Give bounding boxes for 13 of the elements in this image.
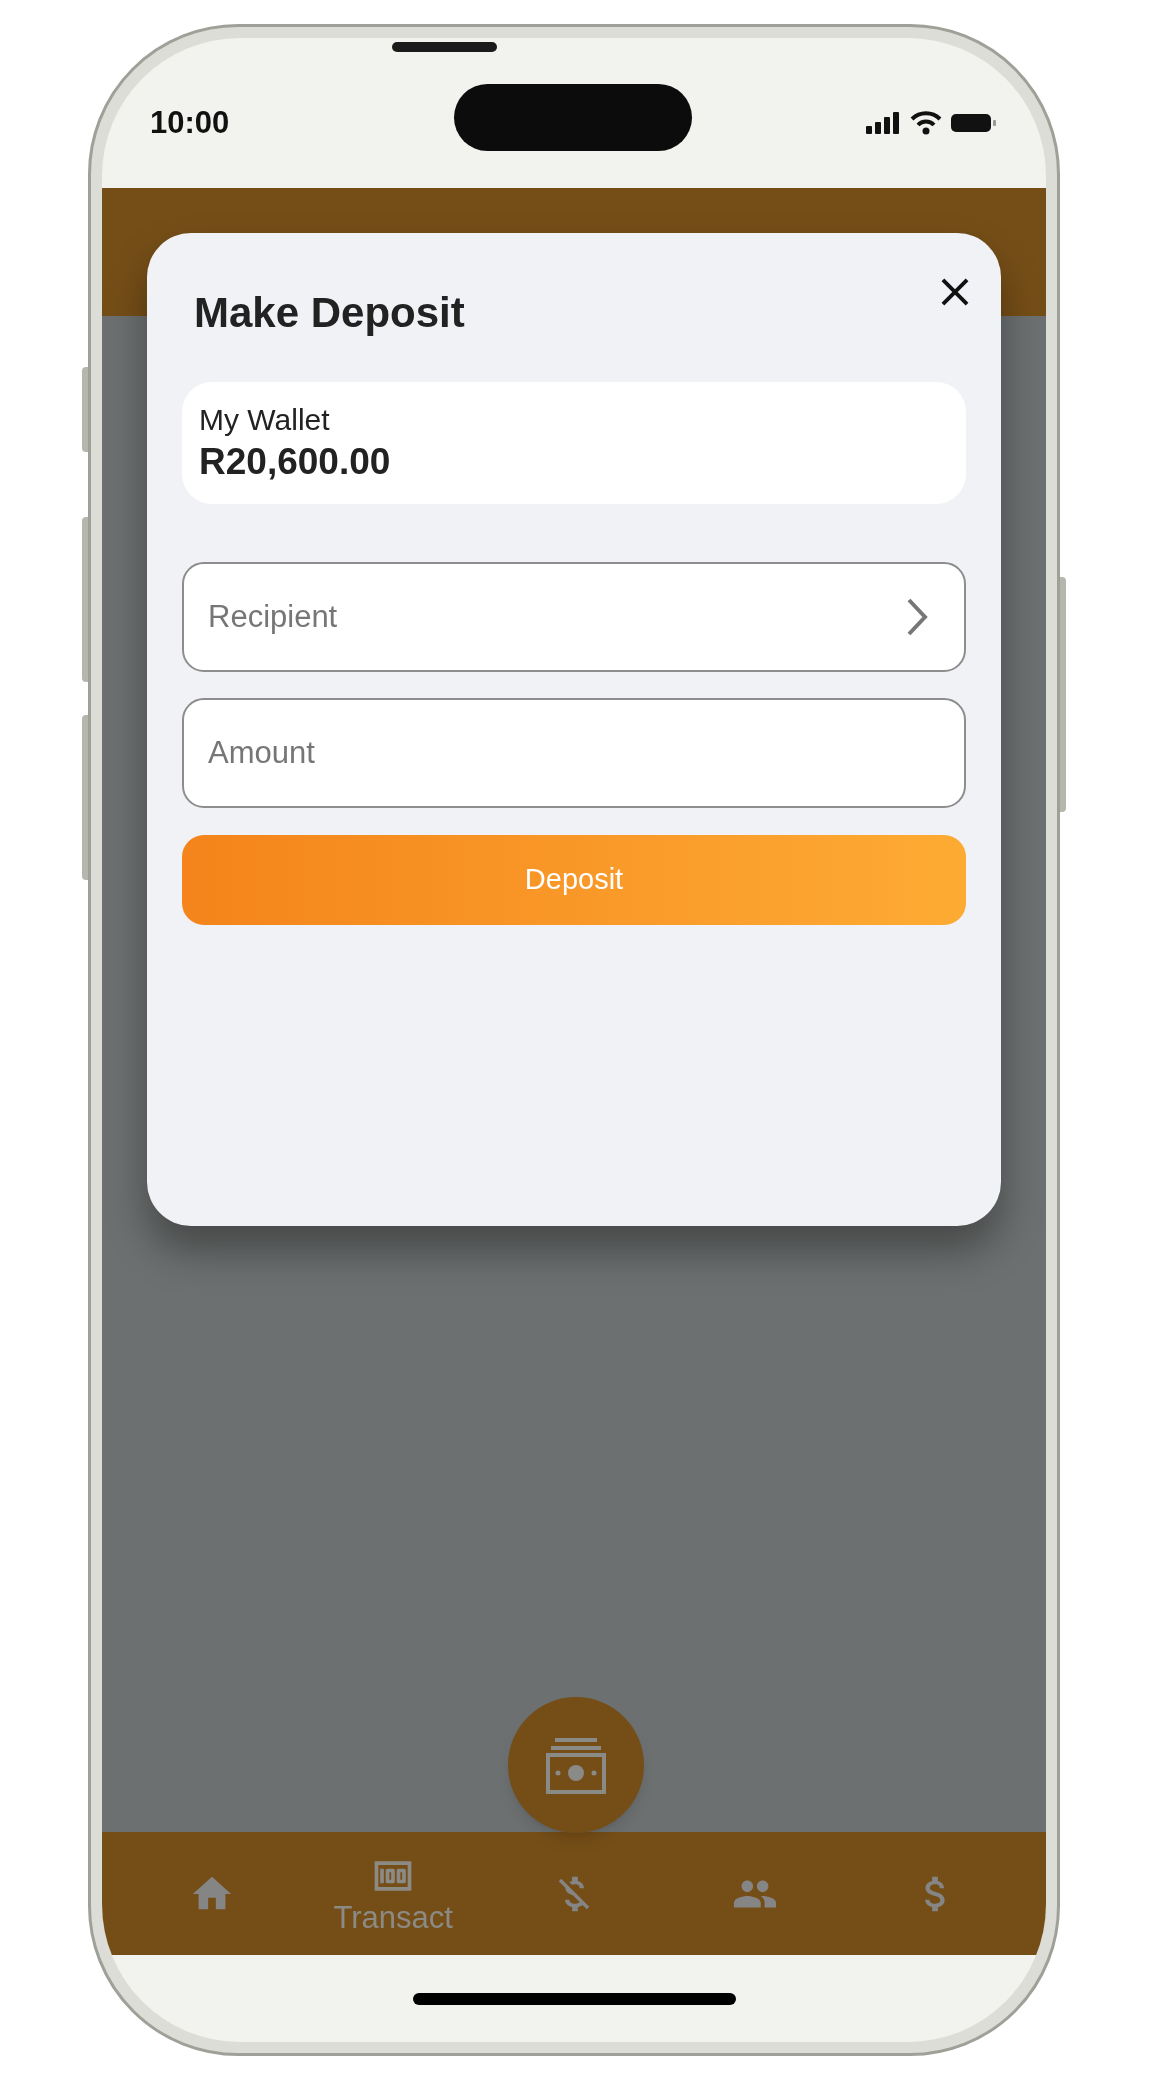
chevron-right-icon	[906, 597, 928, 637]
nav-tab[interactable]: Transact	[308, 1854, 479, 1933]
recipient-picker[interactable]: Recipient	[182, 562, 966, 672]
battery-icon	[950, 112, 998, 134]
deposit-button[interactable]: Deposit	[182, 835, 966, 925]
wallet-balance: R20,600.00	[199, 439, 392, 484]
dialog-title: Make Deposit	[194, 288, 465, 338]
status-time: 10:00	[150, 103, 230, 142]
signal-icon	[866, 112, 902, 134]
wifi-icon	[910, 111, 942, 135]
wallet-label: My Wallet	[199, 402, 331, 439]
cash-stack-icon	[545, 1736, 607, 1794]
amount-field[interactable]: Amount	[182, 698, 966, 808]
